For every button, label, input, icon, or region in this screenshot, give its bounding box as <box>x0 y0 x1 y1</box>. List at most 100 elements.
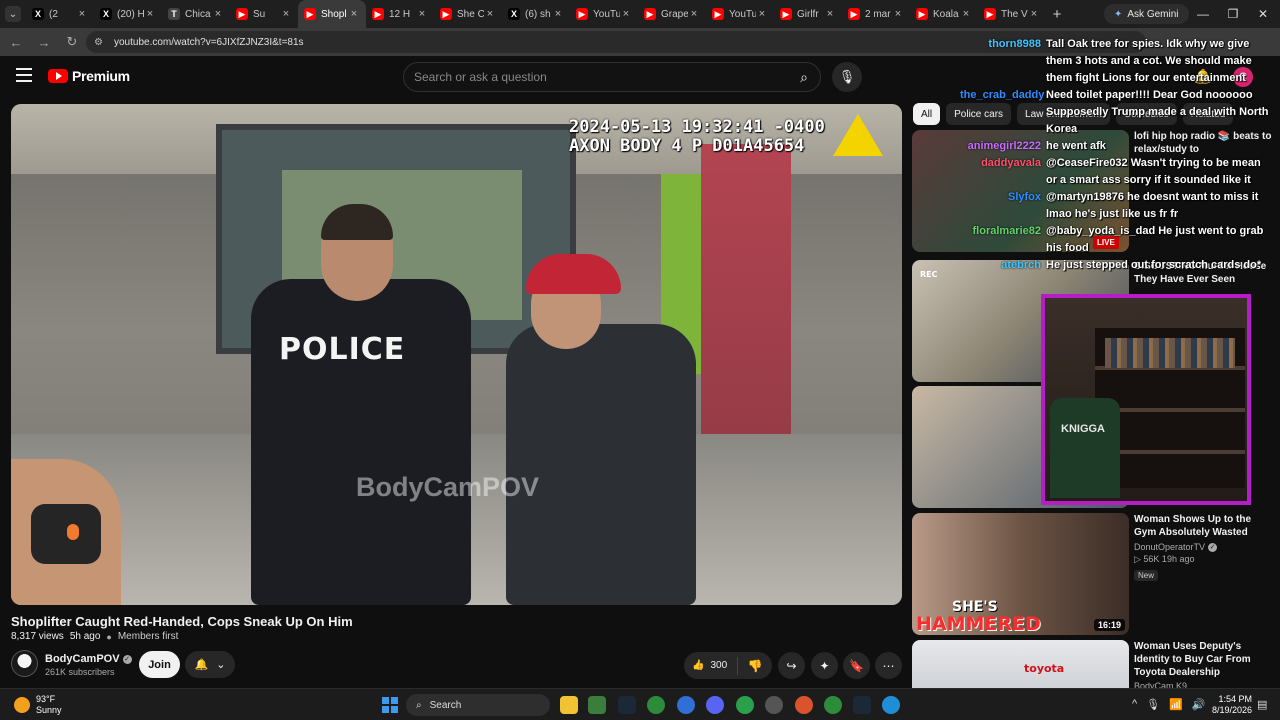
close-tab-icon[interactable]: × <box>824 8 836 20</box>
filter-chip[interactable]: All <box>913 103 941 125</box>
browser-tab[interactable]: ▶ Su × <box>230 0 298 28</box>
restore-icon[interactable]: ❐ <box>1218 0 1248 28</box>
forward-icon[interactable]: → <box>32 30 56 54</box>
file-explorer-icon[interactable] <box>560 696 578 714</box>
close-tab-icon[interactable]: × <box>280 8 292 20</box>
browser-tab[interactable]: ▶ The V × <box>978 0 1046 28</box>
windows-start-icon[interactable] <box>382 697 398 713</box>
close-tab-icon[interactable]: × <box>688 8 700 20</box>
search-icon: ⌕ <box>416 699 422 711</box>
reload-icon[interactable]: ↻ <box>60 30 84 54</box>
volume-icon[interactable]: 🔊 <box>1192 698 1206 711</box>
youtube-logo[interactable]: Premium <box>48 68 130 84</box>
save-button[interactable]: 🔖 <box>843 652 870 679</box>
minimize-icon[interactable]: — <box>1188 0 1218 28</box>
ask-gemini-button[interactable]: ✦ Ask Gemini <box>1104 4 1189 24</box>
browser-tab[interactable]: ▶ YouTu × <box>706 0 774 28</box>
close-tab-icon[interactable]: × <box>756 8 768 20</box>
chat-username: the_crab_daddy <box>960 89 1045 101</box>
browser-tab[interactable]: ▶ Girlfr × <box>774 0 842 28</box>
verified-icon: ✓ <box>1208 542 1218 552</box>
steam-alt-icon[interactable] <box>853 696 871 714</box>
browser-tab[interactable]: X (2 × <box>26 0 94 28</box>
rec-info-4[interactable]: Woman Shows Up to the Gym Absolutely Was… <box>1134 513 1272 583</box>
close-tab-icon[interactable]: × <box>620 8 632 20</box>
search-input[interactable]: Search or ask a question ⌕ <box>403 62 821 92</box>
browser-tab[interactable]: X (6) sh × <box>502 0 570 28</box>
thumb-text-hammered: HAMMERED <box>916 613 1041 635</box>
app-alt-icon[interactable] <box>882 696 900 714</box>
ask-ai-button[interactable]: ✦ <box>811 652 838 679</box>
close-tab-icon[interactable]: × <box>76 8 88 20</box>
browser-tab[interactable]: ▶ YouTu × <box>570 0 638 28</box>
weather-widget[interactable]: 93°F Sunny <box>14 694 62 716</box>
browser-tab[interactable]: ▶ 12 H × <box>366 0 434 28</box>
browser-tab[interactable]: ▶ Shopl × <box>298 0 366 28</box>
axon-logo-icon <box>833 114 883 156</box>
discord-icon[interactable] <box>706 696 724 714</box>
channel-name[interactable]: BodyCamPOV ✓ <box>45 653 132 665</box>
close-tab-icon[interactable]: × <box>484 8 496 20</box>
share-button[interactable]: ↪ <box>778 652 805 679</box>
microphone-tray-icon[interactable]: 🎙 <box>1146 698 1160 711</box>
join-button[interactable]: Join <box>139 651 180 678</box>
steam-icon[interactable] <box>618 696 636 714</box>
new-tab-button[interactable]: + <box>1046 6 1068 23</box>
video-player[interactable]: POLICE 2024-05-13 19:32:41 -0400 AXON BO… <box>11 104 902 605</box>
chrome-icon[interactable] <box>647 696 665 714</box>
system-clock[interactable]: 1:54 PM 8/19/2026 <box>1212 694 1252 716</box>
close-tab-icon[interactable]: × <box>144 8 156 20</box>
close-tab-icon[interactable]: × <box>212 8 224 20</box>
rec-thumbnail-5[interactable]: toyota <box>912 640 1129 688</box>
duration-badge: 16:19 <box>1093 619 1125 631</box>
channel-avatar[interactable] <box>11 650 38 677</box>
search-icon[interactable]: ⌕ <box>788 63 820 91</box>
close-tab-icon[interactable]: × <box>1028 8 1040 20</box>
settings-icon[interactable] <box>765 696 783 714</box>
xbox-icon[interactable] <box>736 696 754 714</box>
close-tab-icon[interactable]: × <box>892 8 904 20</box>
video-watermark: BodyCamPOV <box>356 472 540 502</box>
browser-tab[interactable]: ▶ She C × <box>434 0 502 28</box>
claude-icon[interactable] <box>795 696 813 714</box>
rec-thumbnail-4[interactable]: SHE'S HAMMERED 16:19 <box>912 513 1129 635</box>
menu-icon[interactable] <box>16 68 32 82</box>
tab-favicon-icon: ▶ <box>712 8 724 20</box>
tab-title: Grape <box>661 8 688 20</box>
browser-tab[interactable]: ▶ Koala × <box>910 0 978 28</box>
notification-icon[interactable]: ▤ <box>1257 698 1267 711</box>
browser-tab[interactable]: ▶ 2 mar × <box>842 0 910 28</box>
tab-title: Chica <box>185 8 211 20</box>
chrome-active-icon[interactable] <box>824 696 842 714</box>
chat-message: atebrch He just stepped out for scratch c… <box>960 257 1278 274</box>
url-text: youtube.com/watch?v=6JIXfZJNZ3I&t=81s <box>114 36 304 48</box>
close-tab-icon[interactable]: × <box>348 8 360 20</box>
youtube-play-icon <box>48 69 68 83</box>
taskbar-search[interactable]: ⌕ Search <box>406 694 550 716</box>
tab-search-button[interactable]: ⌄ <box>0 0 26 28</box>
microphone-icon[interactable]: 🎙 <box>832 62 862 92</box>
close-tab-icon[interactable]: × <box>416 8 428 20</box>
like-button[interactable]: 👍 300 <box>684 656 738 675</box>
browser-tab[interactable]: T Chica × <box>162 0 230 28</box>
tab-favicon-icon: ▶ <box>236 8 248 20</box>
back-icon[interactable]: ← <box>4 30 28 54</box>
chat-text: @martyn19876 he doesnt want to miss it l… <box>1046 191 1259 220</box>
close-window-icon[interactable]: ✕ <box>1248 0 1278 28</box>
subscription-bell-button[interactable]: 🔔 ⌄ <box>185 651 235 678</box>
close-tab-icon[interactable]: × <box>960 8 972 20</box>
app-icon[interactable] <box>588 696 606 714</box>
wifi-icon[interactable]: 📶 <box>1169 698 1183 711</box>
tab-favicon-icon: T <box>168 8 180 20</box>
chat-message: Slyfox @martyn19876 he doesnt want to mis… <box>960 189 1278 223</box>
site-info-icon[interactable]: ⚙ <box>94 37 108 48</box>
edge-icon[interactable] <box>677 696 695 714</box>
browser-tab[interactable]: ▶ Grape × <box>638 0 706 28</box>
browser-tab[interactable]: X (20) H × <box>94 0 162 28</box>
rec-info-5[interactable]: Woman Uses Deputy's Identity to Buy Car … <box>1134 640 1272 691</box>
dislike-button[interactable]: 👎 <box>738 659 772 673</box>
system-tray: ^ 🎙 📶 🔊 <box>1132 698 1206 711</box>
chevron-up-icon[interactable]: ^ <box>1132 698 1137 711</box>
close-tab-icon[interactable]: × <box>552 8 564 20</box>
more-actions-button[interactable]: ⋯ <box>875 652 902 679</box>
